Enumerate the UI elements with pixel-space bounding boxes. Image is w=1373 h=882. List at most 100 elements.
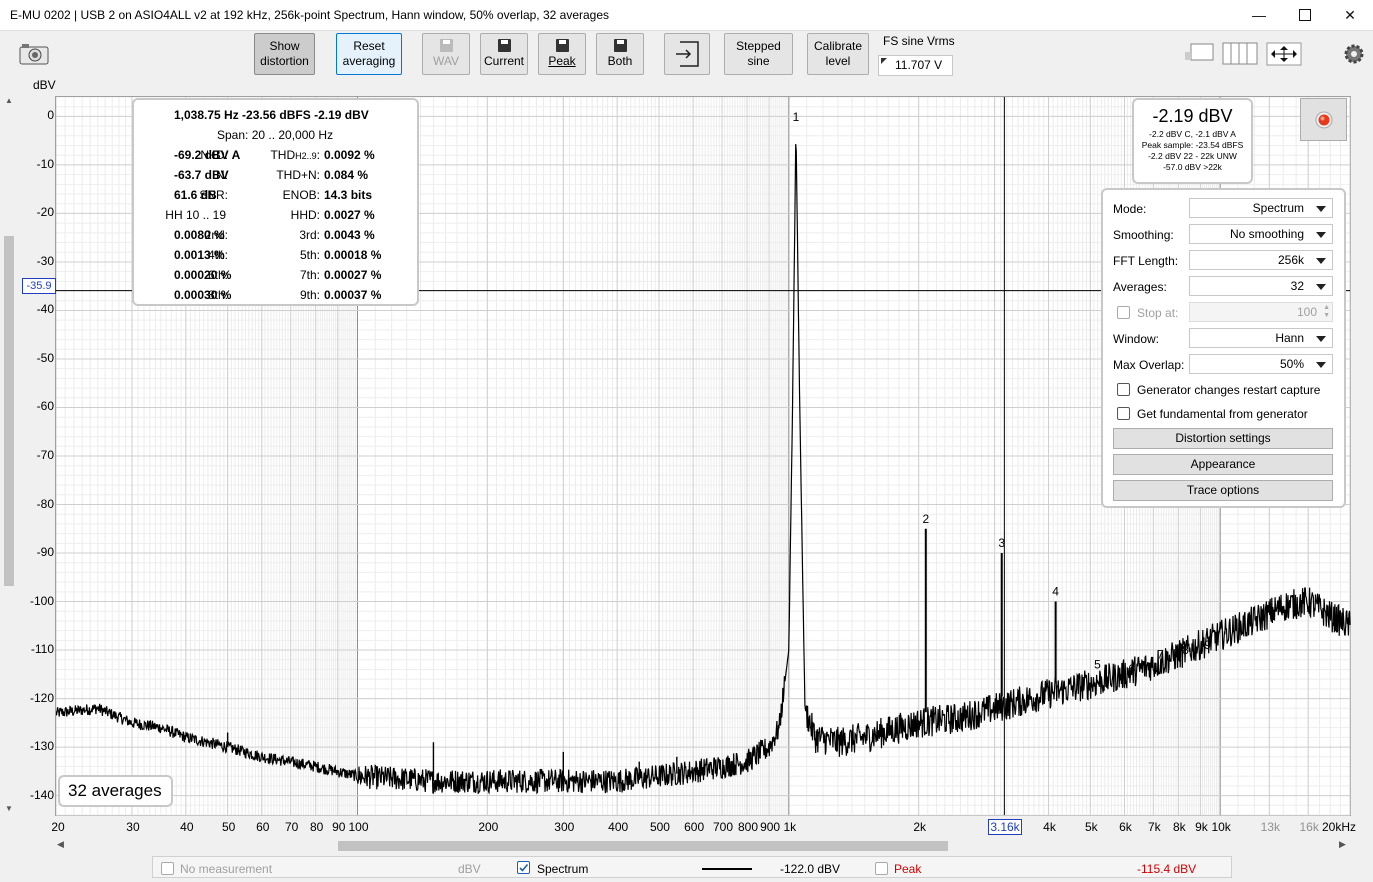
info-value: 61.6 dB [174, 188, 217, 202]
horizontal-scrollbar[interactable]: ◀ ▶ [55, 838, 1351, 852]
peak-label: Peak [894, 862, 922, 876]
x-tick-label: 600 [684, 820, 705, 834]
unit-label: dBV [458, 862, 481, 876]
save-current-button[interactable]: Current [480, 33, 528, 75]
x-tick-label: 300 [554, 820, 575, 834]
chevron-down-icon [1316, 362, 1326, 368]
fs-sine-label: FS sine Vrms [883, 34, 955, 48]
x-tick-label: 9k [1195, 820, 1208, 834]
window-title: E-MU 0202 | USB 2 on ASIO4ALL v2 at 192 … [10, 8, 610, 22]
fft-length-label: FFT Length: [1113, 254, 1179, 268]
no-measurement-label: No measurement [180, 862, 273, 876]
scroll-down-icon: ▼ [5, 804, 13, 813]
y-tick-label: -120 [29, 690, 54, 705]
move-arrows-icon [1266, 42, 1302, 66]
layout-single-button[interactable] [1184, 42, 1214, 66]
show-distortion-button[interactable]: Show distortion [254, 33, 315, 75]
fft-length-select[interactable]: 256k [1189, 250, 1333, 270]
fundamental-from-generator-checkbox[interactable] [1117, 407, 1130, 420]
chevron-down-icon [1316, 258, 1326, 264]
info-span: Span: 20 .. 20,000 Hz [217, 128, 334, 142]
maximize-icon [1299, 9, 1311, 21]
gear-icon [1344, 44, 1364, 64]
x-tick-label: 70 [284, 820, 299, 834]
save-peak-button[interactable]: Peak [538, 33, 586, 75]
max-overlap-select[interactable]: 50% [1189, 354, 1333, 374]
x-tick-label: 20 [51, 820, 65, 834]
wav-button[interactable]: WAV [422, 33, 470, 75]
info-value: -69.2 dBV A [174, 148, 241, 162]
export-icon [676, 41, 699, 67]
stop-at-checkbox[interactable] [1117, 306, 1130, 319]
fit-view-button[interactable] [1266, 42, 1302, 66]
minimize-button[interactable]: — [1236, 0, 1282, 30]
harmonic-label: 1 [793, 110, 800, 124]
record-icon [1315, 111, 1333, 129]
info-value: 0.0013 % [174, 248, 225, 262]
x-tick-label: 6k [1119, 820, 1132, 834]
info-header: 1,038.75 Hz -23.56 dBFS -2.19 dBV [174, 108, 369, 122]
x-tick-label: 700 [712, 820, 734, 834]
x-tick-label: 7k [1147, 820, 1161, 834]
harmonic-label: 8 [1182, 643, 1189, 657]
x-tick-label: 5k [1084, 820, 1098, 834]
close-button[interactable]: ✕ [1327, 0, 1373, 30]
distortion-settings-button[interactable]: Distortion settings [1113, 428, 1333, 449]
layout-columns-button[interactable] [1222, 42, 1258, 66]
chevron-down-icon [1316, 206, 1326, 212]
camera-icon [19, 44, 49, 65]
title-bar: E-MU 0202 | USB 2 on ASIO4ALL v2 at 192 … [0, 0, 1373, 31]
y-tick-label: 0 [47, 108, 54, 123]
save-icon [439, 39, 453, 52]
calibrate-level-button[interactable]: Calibrate level [807, 33, 869, 75]
close-icon: ✕ [1344, 6, 1356, 23]
h-scrollbar-thumb[interactable] [338, 841, 948, 851]
spectrum-checkbox[interactable] [517, 861, 530, 874]
appearance-button[interactable]: Appearance [1113, 454, 1333, 475]
mode-label: Mode: [1113, 202, 1147, 216]
info-label: THDH2..9: [234, 148, 320, 162]
reset-averaging-button[interactable]: Reset averaging [336, 33, 402, 75]
scroll-left-icon: ◀ [57, 839, 64, 849]
peak-checkbox[interactable] [875, 862, 888, 875]
record-button[interactable] [1300, 98, 1347, 141]
info-label: ENOB: [282, 188, 320, 202]
x-tick-label: 80 [310, 820, 324, 834]
no-measurement-checkbox[interactable] [161, 862, 174, 875]
y-tick-label: -100 [29, 593, 54, 608]
layout-columns-icon [1222, 42, 1258, 65]
export-button[interactable] [664, 33, 710, 75]
info-label: 9th: [299, 288, 320, 302]
corner-icon [881, 58, 887, 64]
info-label: 3rd: [299, 228, 320, 242]
stop-at-field[interactable]: 100 ▲ ▼ [1189, 302, 1333, 322]
x-tick-label: 30 [126, 820, 140, 834]
generator-restart-checkbox[interactable] [1117, 383, 1130, 396]
level-line-4: -57.0 dBV >22k [1163, 162, 1222, 172]
fs-sine-field[interactable]: 11.707 V [878, 55, 953, 76]
smoothing-select[interactable]: No smoothing [1189, 224, 1333, 244]
chevron-down-icon [1316, 232, 1326, 238]
peak-value: -115.4 dBV [1137, 862, 1197, 876]
analyzer-controls-panel: Mode: Spectrum Smoothing: No smoothing F… [1101, 188, 1346, 508]
averages-select[interactable]: 32 [1189, 276, 1333, 296]
info-value: 0.0043 % [324, 228, 375, 242]
info-value: 0.00030 % [174, 288, 232, 302]
spectrum-value: -122.0 dBV [780, 862, 841, 876]
stepped-sine-button[interactable]: Stepped sine [724, 33, 793, 75]
save-both-button[interactable]: Both [596, 33, 644, 75]
mode-select[interactable]: Spectrum [1189, 198, 1333, 218]
scroll-right-icon: ▶ [1339, 839, 1346, 849]
save-icon [555, 39, 569, 52]
window-select[interactable]: Hann [1189, 328, 1333, 348]
camera-button[interactable] [18, 42, 50, 66]
trace-options-button[interactable]: Trace options [1113, 480, 1333, 501]
maximize-button[interactable] [1282, 0, 1328, 30]
info-value: 0.0080 % [174, 228, 225, 242]
info-value: 0.00037 % [324, 288, 382, 302]
info-value: 0.0092 % [324, 148, 375, 162]
y-tick-label: -40 [36, 302, 54, 317]
x-tick-label: 90 [332, 820, 346, 834]
settings-button[interactable] [1342, 42, 1366, 66]
max-overlap-label: Max Overlap: [1113, 358, 1185, 372]
